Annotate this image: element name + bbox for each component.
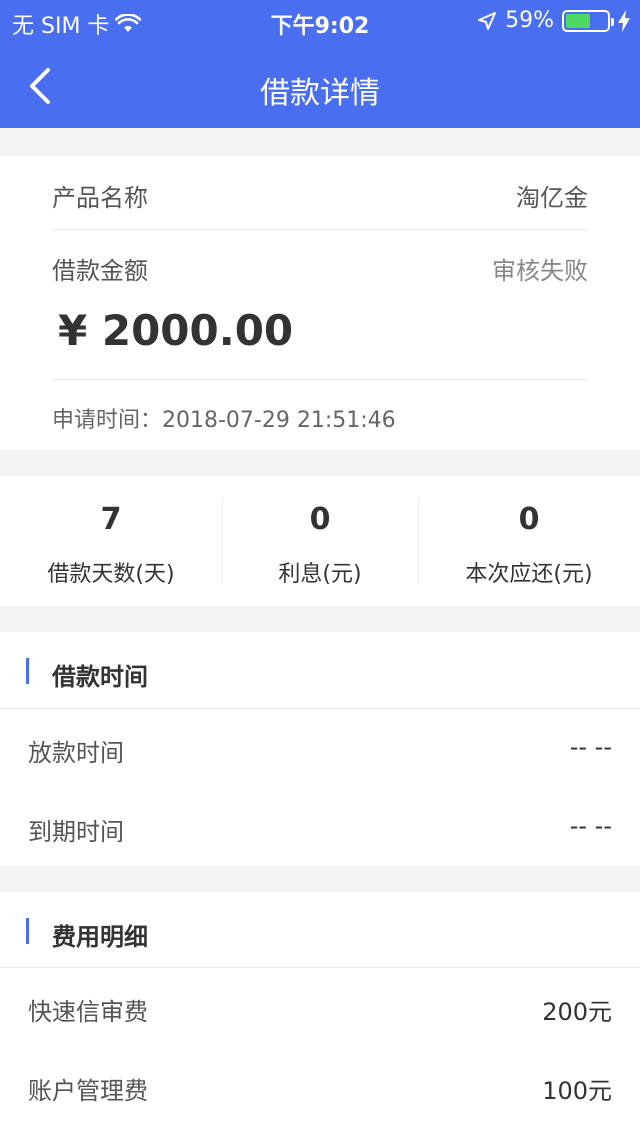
due-time-label: 到期时间: [28, 818, 124, 846]
loan-summary-card: 产品名称 淘亿金 借款金额 审核失败 ¥ 2000.00 申请时间：2018-0…: [0, 156, 640, 450]
amount-label: 借款金额: [52, 257, 148, 285]
battery-percent: 59%: [505, 8, 554, 33]
loan-time-section: 借款时间 放款时间 -- -- 到期时间 -- --: [0, 632, 640, 866]
divider: [0, 967, 640, 968]
nav-header: 无 SIM 卡 下午9:02 59% 借款详情: [0, 0, 640, 128]
stat-value: 0: [518, 502, 540, 537]
account-fee-value: 100元: [542, 1077, 612, 1105]
section-title: 费用明细: [52, 923, 148, 951]
disbursement-time-label: 放款时间: [28, 739, 124, 767]
loan-stats-card: 7 借款天数(天) 0 利息(元) 0 本次应还(元): [0, 476, 640, 606]
battery-icon: [562, 9, 614, 32]
review-fee-label: 快速信审费: [28, 998, 148, 1026]
section-title: 借款时间: [52, 663, 148, 691]
product-label: 产品名称: [52, 184, 148, 212]
location-arrow-icon: [478, 11, 497, 30]
status-bar: 无 SIM 卡 下午9:02 59%: [0, 0, 640, 40]
product-value: 淘亿金: [516, 184, 588, 212]
stat-loan-days: 7 借款天数(天): [0, 476, 222, 606]
section-accent-bar: [26, 918, 29, 944]
stat-label: 利息(元): [278, 562, 362, 587]
review-fee-value: 200元: [542, 998, 612, 1026]
stat-interest: 0 利息(元): [222, 476, 418, 606]
divider: [0, 708, 640, 709]
section-accent-bar: [26, 658, 29, 684]
fee-details-section: 费用明细 快速信审费 200元 账户管理费 100元: [0, 892, 640, 1136]
due-time-value: -- --: [569, 812, 612, 840]
status-badge: 审核失败: [492, 257, 588, 285]
account-fee-label: 账户管理费: [28, 1077, 148, 1105]
stat-value: 7: [100, 502, 122, 537]
charging-bolt-icon: [618, 9, 630, 32]
loan-amount: ¥ 2000.00: [58, 306, 294, 355]
battery-level: [566, 13, 590, 28]
stat-value: 0: [309, 502, 331, 537]
divider: [52, 229, 588, 230]
stat-label: 借款天数(天): [47, 562, 175, 587]
disbursement-time-value: -- --: [569, 733, 612, 761]
stat-label: 本次应还(元): [465, 562, 593, 587]
apply-time: 申请时间：2018-07-29 21:51:46: [52, 408, 396, 433]
divider: [52, 379, 588, 380]
stat-amount-due: 0 本次应还(元): [418, 476, 640, 606]
page-title: 借款详情: [260, 76, 380, 111]
